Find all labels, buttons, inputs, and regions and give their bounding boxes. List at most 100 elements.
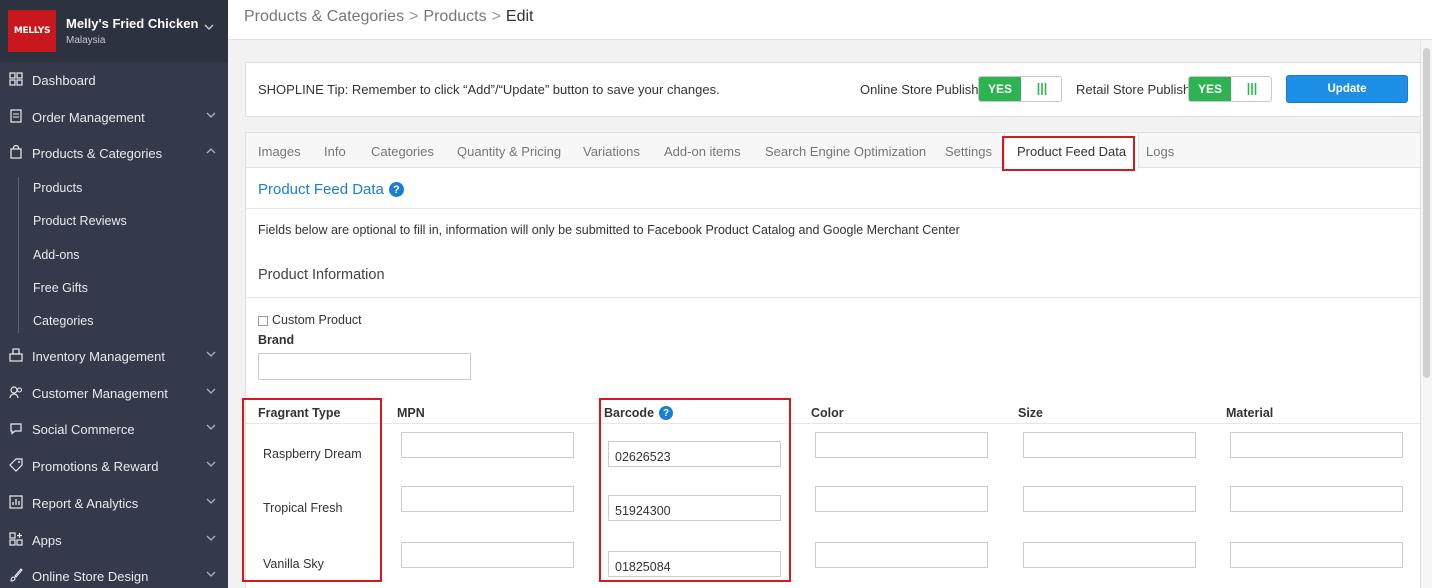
- sidebar-item-order-management[interactable]: Order Management: [0, 105, 228, 129]
- chevron-down-icon: [206, 535, 216, 541]
- apps-icon: [9, 532, 23, 546]
- custom-product-checkbox[interactable]: [258, 316, 268, 326]
- breadcrumb-separator: >: [409, 8, 419, 25]
- tab-settings[interactable]: Settings: [945, 144, 992, 159]
- brand-input[interactable]: [258, 353, 471, 380]
- divider: [246, 208, 1420, 209]
- tab-variations[interactable]: Variations: [583, 144, 640, 159]
- bag-icon: [9, 145, 23, 159]
- barcode-input[interactable]: [608, 551, 781, 577]
- column-header-size: Size: [1018, 406, 1044, 420]
- sidebar-item-promotions-reward[interactable]: Promotions & Reward: [0, 454, 228, 478]
- material-input[interactable]: [1230, 486, 1403, 512]
- color-input[interactable]: [815, 432, 988, 458]
- toggle-yes-label: YES: [979, 77, 1021, 101]
- chevron-down-icon: [206, 112, 216, 118]
- chevron-down-icon: [206, 388, 216, 394]
- column-header-barcode: Barcode ?: [604, 406, 674, 420]
- column-header-color: Color: [811, 406, 844, 420]
- submenu-line: [18, 177, 19, 333]
- column-header-material: Material: [1226, 406, 1274, 420]
- barcode-header-label: Barcode: [604, 406, 655, 420]
- sidebar-item-label: Social Commerce: [32, 421, 135, 437]
- sidebar-subitem-products[interactable]: Products: [33, 181, 82, 195]
- sidebar-item-products-categories[interactable]: Products & Categories: [0, 141, 228, 165]
- retail-store-publish-label: Retail Store Publish: [1076, 82, 1191, 97]
- product-information-title: Product Information: [258, 267, 385, 283]
- online-store-publish-toggle[interactable]: YES: [978, 76, 1062, 102]
- store-country: Malaysia: [66, 35, 106, 46]
- sidebar-item-online-store-design[interactable]: Online Store Design: [0, 564, 228, 588]
- tab-categories[interactable]: Categories: [371, 144, 434, 159]
- sidebar-item-customer-management[interactable]: Customer Management: [0, 381, 228, 405]
- sidebar-item-inventory-management[interactable]: Inventory Management: [0, 344, 228, 368]
- mpn-input[interactable]: [401, 486, 574, 512]
- sidebar-item-label: Dashboard: [32, 72, 96, 88]
- product-edit-panel: Images Info Categories Quantity & Pricin…: [245, 132, 1421, 588]
- tab-product-feed-data[interactable]: Product Feed Data: [1004, 133, 1140, 169]
- tab-info[interactable]: Info: [324, 144, 346, 159]
- breadcrumb-separator: >: [491, 8, 501, 25]
- sidebar-item-social-commerce[interactable]: Social Commerce: [0, 417, 228, 441]
- tab-bar: Images Info Categories Quantity & Pricin…: [246, 133, 1420, 169]
- barcode-input[interactable]: [608, 441, 781, 467]
- chevron-down-icon: [206, 571, 216, 577]
- color-input[interactable]: [815, 486, 988, 512]
- help-icon[interactable]: ?: [388, 182, 404, 197]
- sidebar: MELLYS Melly's Fried Chicken Malaysia Da…: [0, 0, 228, 588]
- retail-store-publish-toggle[interactable]: YES: [1188, 76, 1272, 102]
- sidebar-item-label: Report & Analytics: [32, 495, 139, 511]
- sidebar-item-report-analytics[interactable]: Report & Analytics: [0, 491, 228, 515]
- size-input[interactable]: [1023, 542, 1196, 568]
- sidebar-subitem-categories[interactable]: Categories: [33, 314, 93, 328]
- customer-icon: [9, 385, 23, 399]
- sidebar-subitem-add-ons[interactable]: Add-ons: [33, 248, 80, 262]
- update-button[interactable]: Update: [1286, 75, 1408, 103]
- chevron-down-icon: [206, 498, 216, 504]
- tab-logs[interactable]: Logs: [1146, 144, 1174, 159]
- sidebar-item-label: Products & Categories: [32, 145, 163, 161]
- sidebar-item-label: Online Store Design: [32, 568, 149, 584]
- color-input[interactable]: [815, 542, 988, 568]
- sidebar-subitem-free-gifts[interactable]: Free Gifts: [33, 281, 88, 295]
- custom-product-row: Custom Product: [258, 313, 362, 327]
- sidebar-item-apps[interactable]: Apps: [0, 528, 228, 552]
- scrollbar-thumb[interactable]: [1423, 48, 1430, 378]
- section-title: Product Feed Data ?: [258, 181, 404, 198]
- sidebar-item-label: Customer Management: [32, 385, 168, 401]
- tab-search-engine-optimization[interactable]: Search Engine Optimization: [765, 144, 926, 159]
- barcode-input[interactable]: [608, 495, 781, 521]
- column-header-mpn: MPN: [397, 406, 425, 420]
- chart-icon: [9, 495, 23, 509]
- toggle-yes-label: YES: [1189, 77, 1231, 101]
- help-icon[interactable]: ?: [659, 406, 674, 420]
- grip-icon: [1247, 83, 1257, 95]
- tab-quantity-pricing[interactable]: Quantity & Pricing: [457, 144, 561, 159]
- breadcrumb-products-categories[interactable]: Products & Categories: [244, 8, 404, 25]
- chevron-down-icon: [206, 351, 216, 357]
- sidebar-subitem-product-reviews[interactable]: Product Reviews: [33, 214, 127, 228]
- tab-add-on-items[interactable]: Add-on items: [664, 144, 741, 159]
- mpn-input[interactable]: [401, 542, 574, 568]
- brand-label: Brand: [258, 333, 295, 347]
- feed-description: Fields below are optional to fill in, in…: [258, 223, 960, 237]
- tab-images[interactable]: Images: [258, 144, 301, 159]
- size-input[interactable]: [1023, 432, 1196, 458]
- divider: [246, 297, 1420, 298]
- divider: [246, 423, 1420, 424]
- tip-text: SHOPLINE Tip: Remember to click “Add”/“U…: [258, 82, 720, 97]
- material-input[interactable]: [1230, 542, 1403, 568]
- chat-icon: [9, 421, 23, 435]
- size-input[interactable]: [1023, 486, 1196, 512]
- product-feed-data-title: Product Feed Data: [258, 181, 384, 198]
- sidebar-item-dashboard[interactable]: Dashboard: [0, 68, 228, 92]
- page-scrollbar[interactable]: [1420, 40, 1432, 588]
- mpn-input[interactable]: [401, 432, 574, 458]
- dashboard-icon: [9, 72, 23, 86]
- material-input[interactable]: [1230, 432, 1403, 458]
- breadcrumb-products[interactable]: Products: [423, 8, 486, 25]
- tip-bar: SHOPLINE Tip: Remember to click “Add”/“U…: [245, 62, 1421, 117]
- store-switcher[interactable]: MELLYS Melly's Fried Chicken Malaysia: [0, 0, 228, 62]
- sidebar-item-label: Order Management: [32, 109, 145, 125]
- brush-icon: [9, 568, 23, 582]
